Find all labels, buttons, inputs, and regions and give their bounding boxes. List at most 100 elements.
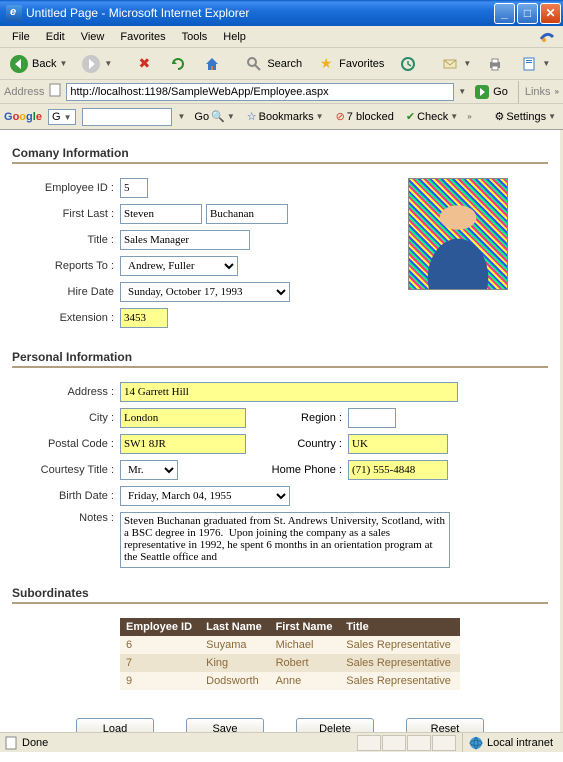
address-dropdown[interactable]: ▼ [458, 87, 466, 96]
city-input[interactable] [120, 408, 246, 428]
window-title: Untitled Page - Microsoft Internet Explo… [26, 6, 494, 20]
reports-to-select[interactable]: Andrew, Fuller [120, 256, 238, 276]
address-input[interactable] [66, 83, 454, 101]
stop-button[interactable]: ✖ [129, 51, 159, 77]
label-courtesy: Courtesy Title : [12, 464, 120, 476]
google-settings[interactable]: ⚙ Settings▼ [491, 108, 559, 125]
col-title: Title [340, 618, 460, 636]
edit-icon [519, 54, 539, 74]
stop-icon: ✖ [134, 54, 154, 74]
print-button[interactable] [480, 51, 510, 77]
birth-date-select[interactable]: Friday, March 04, 1955 [120, 486, 290, 506]
title-input[interactable] [120, 230, 250, 250]
google-menu[interactable]: G ▼ [48, 109, 76, 125]
history-button[interactable] [393, 51, 423, 77]
menu-file[interactable]: File [4, 29, 38, 45]
label-reports-to: Reports To : [12, 260, 120, 272]
home-button[interactable] [197, 51, 227, 77]
intranet-zone-icon [469, 736, 483, 750]
employee-id-input[interactable] [120, 178, 148, 198]
status-done: Done [4, 736, 48, 750]
home-icon [202, 54, 222, 74]
minimize-button[interactable]: _ [494, 3, 515, 24]
extension-input[interactable] [120, 308, 168, 328]
table-header-row: Employee ID Last Name First Name Title [120, 618, 460, 636]
ie-throbber-icon [535, 26, 559, 48]
google-go-button[interactable]: Go 🔍 ▼ [191, 108, 237, 125]
security-zone: Local intranet [462, 733, 559, 752]
hire-date-select[interactable]: Sunday, October 17, 1993 [120, 282, 290, 302]
maximize-button[interactable]: □ [517, 3, 538, 24]
history-icon [398, 54, 418, 74]
label-hire-date: Hire Date [12, 286, 120, 298]
postal-input[interactable] [120, 434, 246, 454]
region-input[interactable] [348, 408, 396, 428]
menu-view[interactable]: View [73, 29, 113, 45]
print-icon [485, 54, 505, 74]
last-name-input[interactable] [206, 204, 288, 224]
go-button[interactable]: Go [470, 83, 512, 101]
label-address: Address : [12, 386, 120, 398]
address-bar: Address ▼ Go Links » [0, 80, 563, 104]
menu-edit[interactable]: Edit [38, 29, 73, 45]
google-popup-blocker[interactable]: ⊘ 7 blocked [333, 108, 397, 125]
gear-icon: ⚙ [494, 110, 504, 123]
table-row[interactable]: 7KingRobertSales Representative [120, 654, 460, 672]
table-row[interactable]: 6SuyamaMichaelSales Representative [120, 636, 460, 654]
favorites-button[interactable]: ★ Favorites [311, 51, 389, 77]
country-input[interactable] [348, 434, 448, 454]
google-bookmarks[interactable]: ☆ Bookmarks▼ [244, 108, 327, 125]
google-check[interactable]: ✔ Check ▼ [403, 108, 461, 125]
load-button[interactable]: Load [76, 718, 154, 732]
delete-button[interactable]: Delete [296, 718, 374, 732]
forward-button[interactable]: ▼ [76, 51, 117, 77]
section-subordinates: Subordinates [12, 586, 548, 604]
google-logo[interactable]: Google [4, 111, 42, 123]
page-done-icon [4, 736, 18, 750]
label-country: Country : [282, 438, 348, 450]
first-name-input[interactable] [120, 204, 202, 224]
back-icon [9, 54, 29, 74]
back-button[interactable]: Back ▼ [4, 51, 72, 77]
status-bar: Done Local intranet [0, 732, 563, 752]
edit-button[interactable]: ▼ [514, 51, 555, 77]
label-title: Title : [12, 234, 120, 246]
menu-tools[interactable]: Tools [174, 29, 216, 45]
google-search-input[interactable] [82, 108, 172, 126]
chevron-down-icon: ▼ [59, 59, 67, 68]
google-toolbar: Google G ▼ ▼ Go 🔍 ▼ ☆ Bookmarks▼ ⊘ 7 blo… [0, 104, 563, 130]
search-button[interactable]: Search [239, 51, 307, 77]
menu-favorites[interactable]: Favorites [112, 29, 173, 45]
courtesy-select[interactable]: Mr. [120, 460, 178, 480]
window-titlebar: Untitled Page - Microsoft Internet Explo… [0, 0, 563, 26]
col-employee-id: Employee ID [120, 618, 200, 636]
label-postal: Postal Code : [12, 438, 120, 450]
label-region: Region : [282, 412, 348, 424]
notes-textarea[interactable]: Steven Buchanan graduated from St. Andre… [120, 512, 450, 568]
go-icon [474, 84, 490, 100]
page-icon [48, 83, 62, 100]
menu-bar: File Edit View Favorites Tools Help [0, 26, 563, 48]
label-first-last: First Last : [12, 208, 120, 220]
table-row[interactable]: 9DodsworthAnneSales Representative [120, 672, 460, 690]
label-birth-date: Birth Date : [12, 490, 120, 502]
star-icon: ★ [316, 54, 336, 74]
address-label: Address [4, 86, 44, 98]
menu-help[interactable]: Help [215, 29, 254, 45]
links-label[interactable]: Links [525, 86, 551, 98]
reset-button[interactable]: Reset [406, 718, 484, 732]
mail-icon [440, 54, 460, 74]
close-button[interactable]: ✕ [540, 3, 561, 24]
mail-button[interactable]: ▼ [435, 51, 476, 77]
employee-photo [408, 178, 508, 290]
page-content: Comany Information Employee ID : First L… [0, 130, 563, 732]
home-phone-input[interactable] [348, 460, 448, 480]
section-personal-info: Personal Information [12, 350, 548, 368]
save-button[interactable]: Save [186, 718, 264, 732]
col-first-name: First Name [270, 618, 341, 636]
ie-app-icon [6, 5, 22, 21]
address-input-field[interactable] [120, 382, 458, 402]
refresh-button[interactable] [163, 51, 193, 77]
label-notes: Notes : [12, 512, 120, 524]
search-icon [244, 54, 264, 74]
